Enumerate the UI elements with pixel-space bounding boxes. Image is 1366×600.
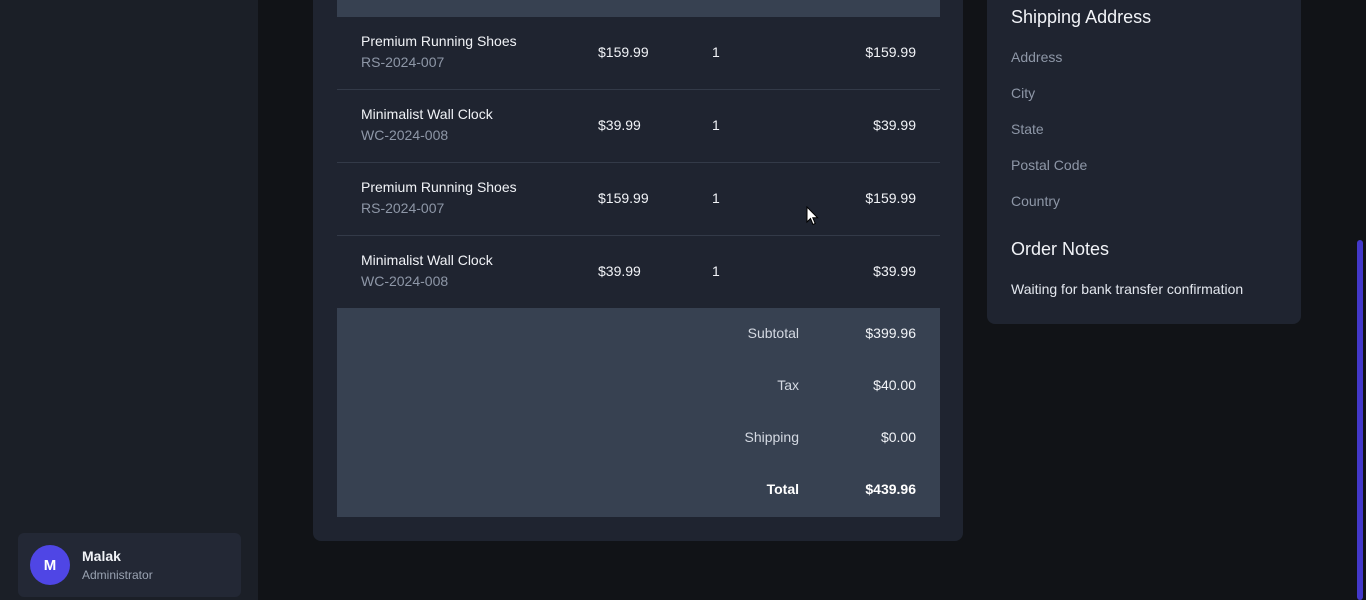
table-row: Minimalist Wall Clock WC-2024-008 $39.99… [337, 90, 940, 163]
line-total: $39.99 [873, 117, 916, 133]
total-label: Total [766, 481, 799, 497]
user-meta: Malak Administrator [82, 548, 153, 582]
product-price: $159.99 [598, 190, 649, 206]
subtotal-row: Subtotal $399.96 [337, 325, 940, 345]
order-totals: Subtotal $399.96 Tax $40.00 Shipping $0.… [337, 308, 940, 517]
table-row: Premium Running Shoes RS-2024-007 $159.9… [337, 17, 940, 90]
shipping-value: $0.00 [880, 429, 916, 445]
product-sku: WC-2024-008 [361, 127, 449, 143]
line-total: $39.99 [873, 263, 916, 279]
tax-value: $40.00 [873, 377, 916, 393]
table-row: Minimalist Wall Clock WC-2024-008 $39.99… [337, 236, 940, 309]
product-quantity: 1 [712, 263, 720, 279]
order-notes-title: Order Notes [1011, 239, 1110, 259]
product-price: $39.99 [598, 117, 641, 133]
product-name: Premium Running Shoes [361, 33, 517, 49]
user-name: Malak [82, 548, 121, 564]
postal-code-field: Postal Code [1011, 157, 1088, 173]
avatar: M [30, 545, 70, 585]
mouse-pointer-icon [806, 206, 819, 226]
tax-label: Tax [777, 377, 799, 393]
total-row: Total $439.96 [337, 481, 940, 501]
product-name: Minimalist Wall Clock [361, 252, 493, 268]
user-role: Administrator [82, 568, 153, 582]
product-name: Premium Running Shoes [361, 179, 517, 195]
state-field: State [1011, 121, 1044, 137]
user-profile-card[interactable]: M Malak Administrator [18, 533, 241, 597]
line-total: $159.99 [865, 190, 916, 206]
table-header [337, 0, 940, 17]
shipping-row: Shipping $0.00 [337, 429, 940, 449]
table-row: Premium Running Shoes RS-2024-007 $159.9… [337, 163, 940, 236]
product-quantity: 1 [712, 117, 720, 133]
country-field: Country [1011, 193, 1061, 209]
subtotal-label: Subtotal [747, 325, 799, 341]
shipping-address-title: Shipping Address [1011, 7, 1152, 27]
product-price: $159.99 [598, 44, 649, 60]
sidebar: M Malak Administrator [0, 0, 258, 600]
tax-row: Tax $40.00 [337, 377, 940, 397]
total-value: $439.96 [865, 481, 916, 497]
scrollbar-thumb[interactable] [1357, 240, 1363, 600]
scrollbar[interactable] [1356, 0, 1366, 600]
subtotal-value: $399.96 [865, 325, 916, 341]
order-items-card: Premium Running Shoes RS-2024-007 $159.9… [313, 0, 963, 541]
order-notes-text: Waiting for bank transfer confirmation [1011, 281, 1244, 297]
shipping-label: Shipping [744, 429, 800, 445]
product-quantity: 1 [712, 44, 720, 60]
product-sku: WC-2024-008 [361, 273, 449, 289]
product-name: Minimalist Wall Clock [361, 106, 493, 122]
product-sku: RS-2024-007 [361, 54, 445, 70]
city-field: City [1011, 85, 1036, 101]
order-details-card: Shipping Address Address City State Post… [987, 0, 1301, 324]
address-field: Address [1011, 49, 1063, 65]
product-quantity: 1 [712, 190, 720, 206]
product-sku: RS-2024-007 [361, 200, 445, 216]
line-total: $159.99 [865, 44, 916, 60]
product-price: $39.99 [598, 263, 641, 279]
